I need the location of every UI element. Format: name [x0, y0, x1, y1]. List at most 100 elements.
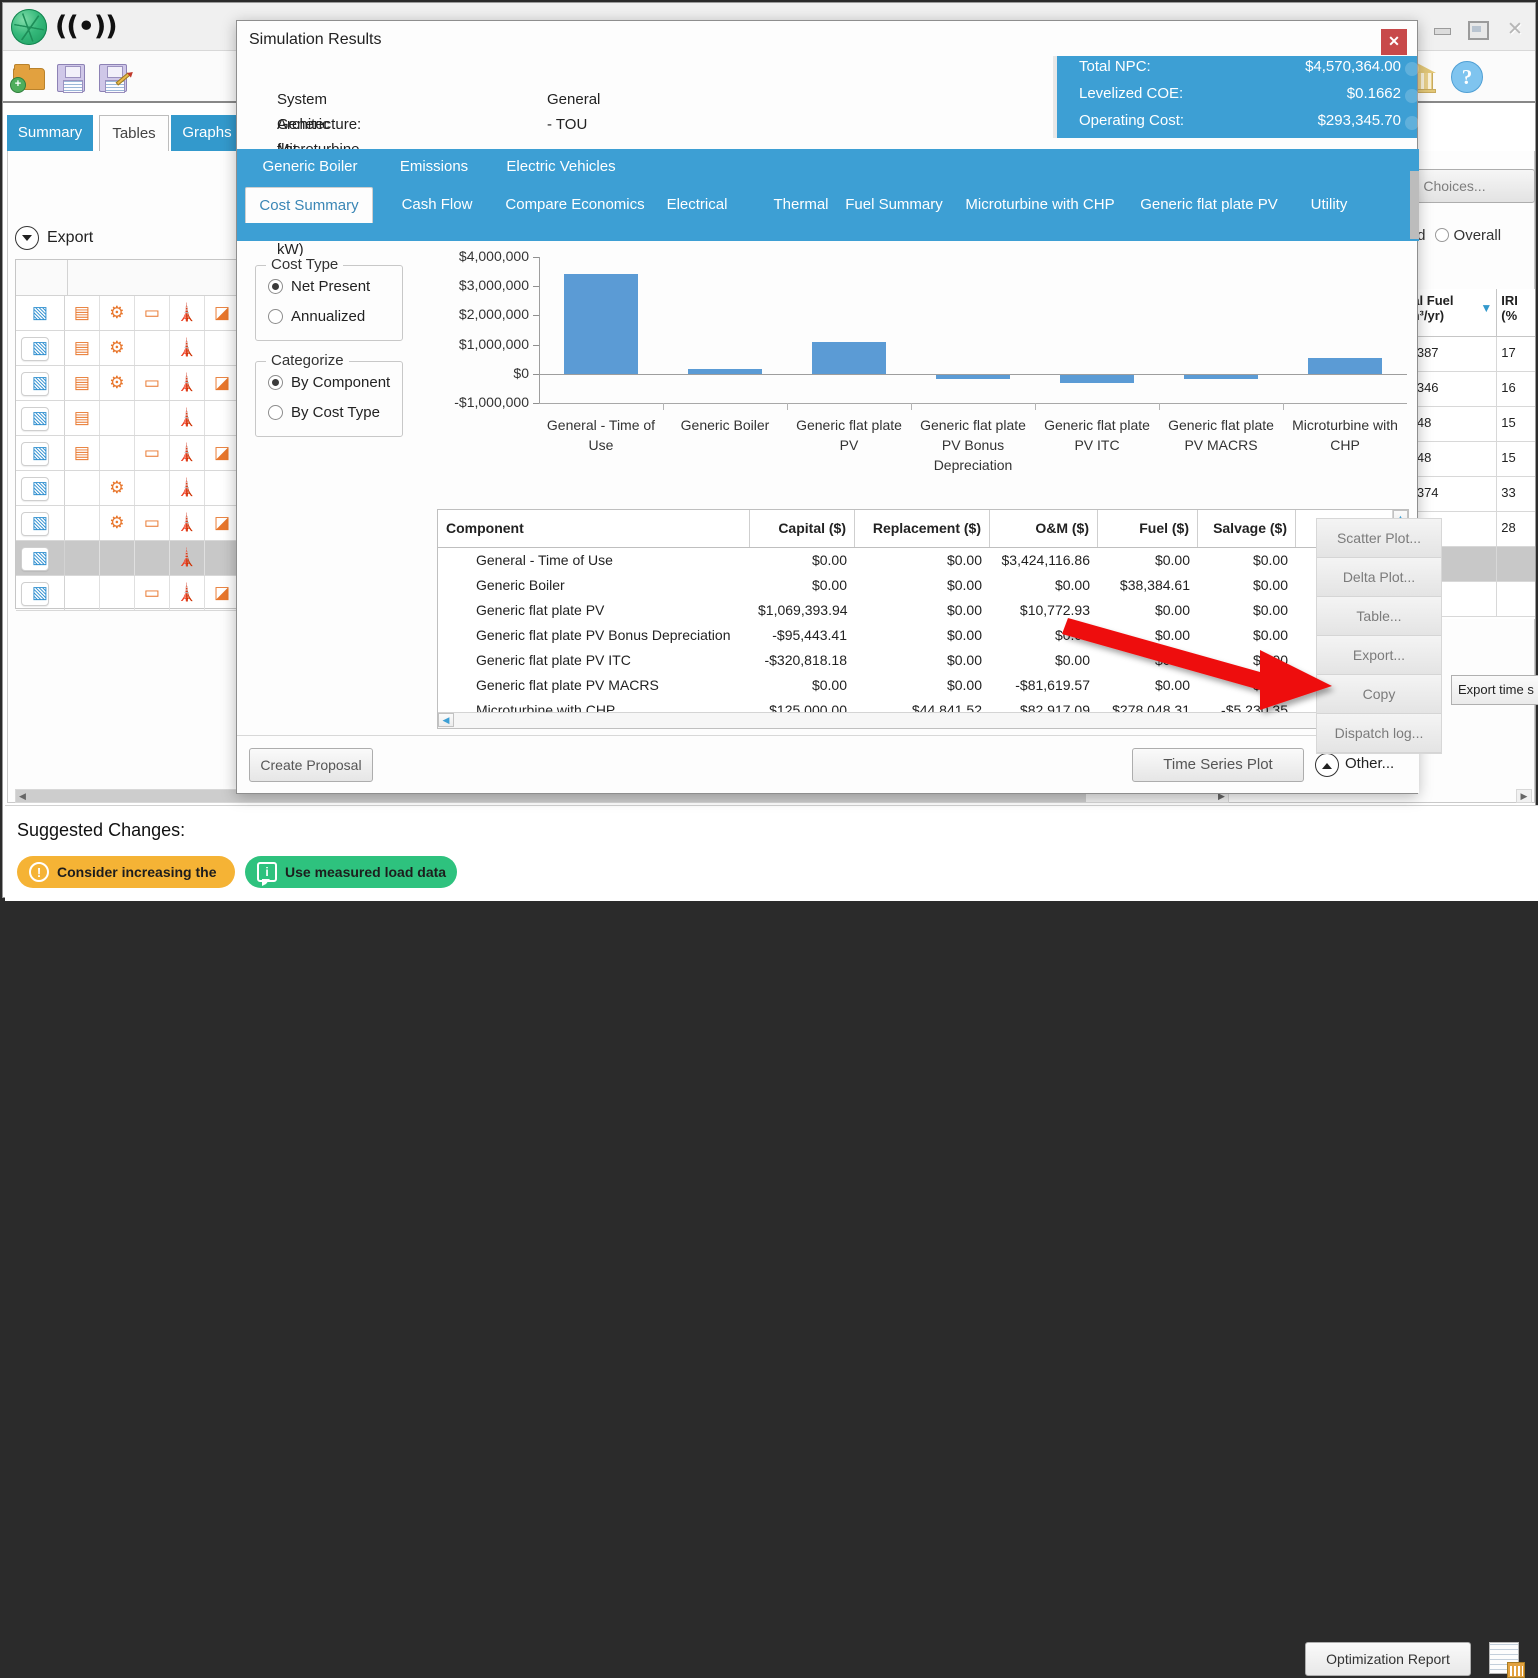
maximize-window-button[interactable] [1465, 19, 1489, 39]
empty-cell [100, 436, 135, 470]
tab-tables[interactable]: Tables [99, 115, 169, 151]
tab-generic-flat-plate-pv[interactable]: Generic flat plate PV [1127, 187, 1291, 223]
solar-pv-icon-cell: ▤ [65, 331, 100, 365]
chart-bar[interactable] [564, 274, 638, 374]
component-cell: Generic flat plate PV ITC [438, 648, 750, 673]
levelized-coe-label: Levelized COE: [1079, 85, 1183, 102]
table-row[interactable]: ▧▤⚙▭🗼◪ [16, 366, 240, 401]
suggestion-info-button[interactable]: i Use measured load data [245, 856, 457, 888]
tabstrip-scrollbar[interactable] [1410, 171, 1419, 239]
column-header-om[interactable]: O&M ($) [990, 510, 1098, 547]
chevron-up-circle-icon[interactable] [1315, 753, 1339, 777]
table-row[interactable]: ▧⚙▭🗼◪ [16, 506, 240, 541]
close-dialog-button[interactable]: ✕ [1381, 29, 1407, 55]
radio-by-cost-type[interactable]: By Cost Type [268, 404, 380, 421]
radio-by-component[interactable]: By Component [268, 374, 390, 391]
irr-column-header[interactable]: IRI (% [1497, 289, 1535, 336]
tab-cost-summary[interactable]: Cost Summary [245, 187, 373, 223]
table-row[interactable]: ▧▤⚙🗼 [16, 331, 240, 366]
suggestion-warning-button[interactable]: ! Consider increasing the [17, 856, 235, 888]
tab-electric-vehicles[interactable]: Electric Vehicles [497, 149, 625, 185]
chart-bar[interactable] [812, 342, 886, 374]
export-section[interactable]: Export [15, 225, 255, 253]
column-header-capital[interactable]: Capital ($) [750, 510, 855, 547]
tab-emissions[interactable]: Emissions [387, 149, 481, 185]
table-row[interactable]: General - Time of Use$0.00$0.00$3,424,11… [438, 548, 1408, 573]
overall-radio[interactable] [1435, 228, 1449, 242]
funnel-filter-icon[interactable]: ▼ [1480, 301, 1492, 315]
optimization-report-button[interactable]: Optimization Report [1305, 1642, 1471, 1676]
annualized-radio[interactable] [268, 309, 283, 324]
tab-summary[interactable]: Summary [7, 115, 93, 151]
tab-thermal[interactable]: Thermal [757, 187, 845, 223]
battery-icon-cell: ▭ [135, 366, 170, 400]
irr-cell: 33 [1497, 477, 1535, 511]
column-header-component[interactable]: Component [438, 510, 750, 547]
menu-item-scatter-plot[interactable]: Scatter Plot... [1317, 519, 1441, 558]
table-row[interactable]: 2,34616 [1404, 372, 1535, 407]
system-architecture-value: General - TOU [547, 87, 600, 137]
table-row[interactable]: ▧⚙🗼 [16, 471, 240, 506]
battery-icon-cell: ▭ [135, 506, 170, 540]
radio-annualized[interactable]: Annualized [268, 308, 365, 325]
empty-cell [135, 471, 170, 505]
tab-fuel-summary[interactable]: Fuel Summary [837, 187, 951, 223]
export-time-series-button[interactable]: Export time s [1451, 675, 1538, 705]
table-row[interactable]: ▧▤🗼 [16, 401, 240, 436]
column-header-salvage[interactable]: Salvage ($) [1198, 510, 1296, 547]
table-row[interactable]: ▧▤▭🗼◪ [16, 436, 240, 471]
tab-microturbine-with-chp[interactable]: Microturbine with CHP [957, 187, 1123, 223]
converter-icon: ◪ [214, 303, 230, 323]
chart-bar[interactable] [1308, 358, 1382, 373]
by-component-radio[interactable] [268, 375, 283, 390]
empty-cell [135, 401, 170, 435]
table-row[interactable]: 0,37433 [1404, 477, 1535, 512]
empty-cell [205, 471, 240, 505]
tab-generic-boiler[interactable]: Generic Boiler [247, 149, 373, 185]
column-header-fuel[interactable]: Fuel ($) [1098, 510, 1198, 547]
scroll-left-icon[interactable]: ◀ [16, 790, 29, 802]
report-export-icon[interactable] [1485, 1640, 1525, 1678]
save-diskette-icon[interactable] [53, 59, 89, 95]
grid-tower-icon-cell: 🗼 [170, 471, 205, 505]
scroll-right-button[interactable]: ▶ [1516, 789, 1532, 803]
minimize-window-button[interactable] [1431, 19, 1455, 39]
close-window-button[interactable]: ✕ [1503, 19, 1527, 39]
key-metrics-panel: Total NPC: $4,570,364.00 Levelized COE: … [1053, 56, 1417, 138]
net-present-radio[interactable] [268, 279, 283, 294]
time-series-plot-button[interactable]: Time Series Plot [1132, 748, 1304, 782]
tab-graphs[interactable]: Graphs [171, 115, 243, 151]
save-as-diskette-icon[interactable] [95, 59, 131, 95]
column-header-replacement[interactable]: Replacement ($) [855, 510, 990, 547]
tab-electrical[interactable]: Electrical [647, 187, 747, 223]
by-cost-type-radio[interactable] [268, 405, 283, 420]
table-row[interactable]: 2,38717 [1404, 337, 1535, 372]
converter-icon-cell: ◪ [205, 506, 240, 540]
table-row[interactable]: ▧▭🗼◪ [16, 576, 240, 611]
tab-utility[interactable]: Utility [1297, 187, 1361, 223]
replacement-cell: $0.00 [855, 673, 990, 698]
grid-tower-icon-cell: 🗼 [170, 576, 205, 610]
open-folder-icon[interactable] [11, 59, 47, 95]
capital-cell: $0.00 [750, 673, 855, 698]
sensitivity-results-table[interactable]: ▧ ▤ ⚙ ▭ 🗼 ◪ ▧▤⚙🗼▧▤⚙▭🗼◪▧▤🗼▧▤▭🗼◪▧⚙🗼▧⚙▭🗼◪▧🗼… [15, 259, 241, 609]
battery-icon-cell: ▭ [135, 576, 170, 610]
scroll-left-icon[interactable]: ◀ [438, 713, 454, 727]
solar-pv-icon-cell: ▤ [65, 436, 100, 470]
chart-bar[interactable] [1060, 374, 1134, 383]
help-icon[interactable]: ? [1451, 61, 1483, 93]
y-axis-tick-label: $1,000,000 [433, 336, 529, 352]
table-row[interactable]: ▧🗼 [16, 541, 240, 576]
menu-item-delta-plot[interactable]: Delta Plot... [1317, 558, 1441, 597]
radio-net-present[interactable]: Net Present [268, 278, 370, 295]
create-proposal-button[interactable]: Create Proposal [249, 748, 373, 782]
table-row[interactable]: ,64815 [1404, 407, 1535, 442]
table-row[interactable]: ,64815 [1404, 442, 1535, 477]
table-row[interactable]: Generic Boiler$0.00$0.00$0.00$38,384.61$… [438, 573, 1408, 598]
replacement-cell: $0.00 [855, 623, 990, 648]
tab-compare-economics[interactable]: Compare Economics [499, 187, 651, 223]
chevron-down-circle-icon[interactable] [15, 226, 39, 250]
tab-cash-flow[interactable]: Cash Flow [385, 187, 489, 223]
exclamation-icon: ! [29, 862, 49, 882]
cost-type-title: Cost Type [266, 256, 343, 273]
